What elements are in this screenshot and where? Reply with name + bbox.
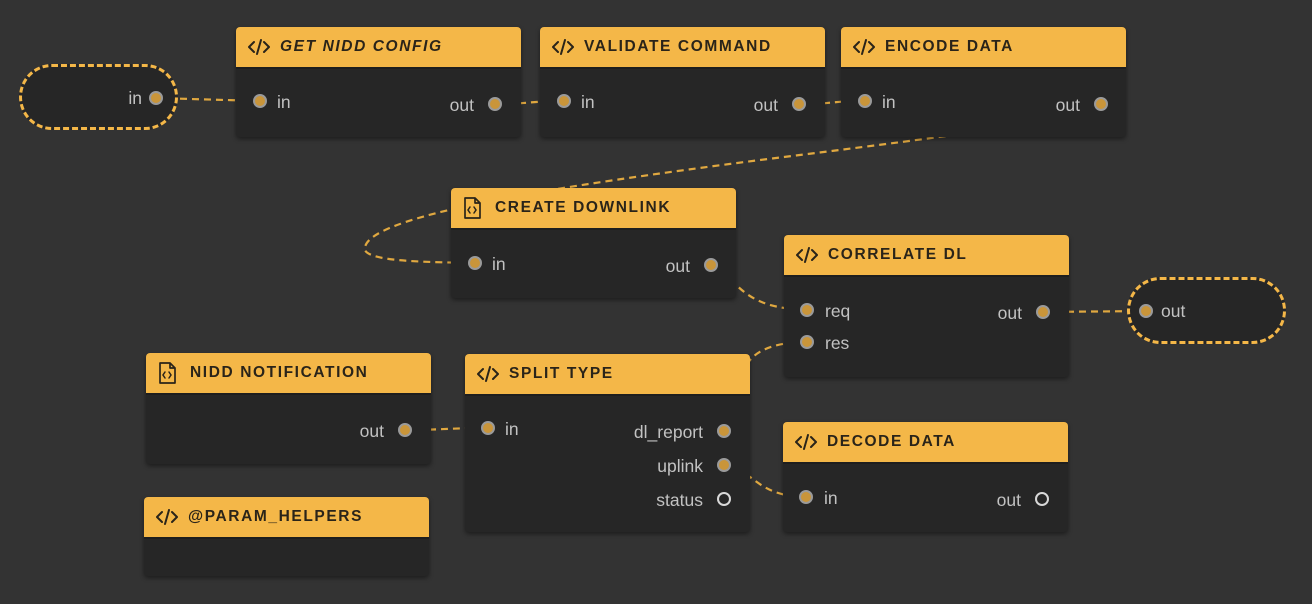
node-title: CORRELATE DL — [828, 246, 968, 263]
graph-input-port[interactable] — [149, 91, 163, 105]
port-in[interactable] — [557, 94, 571, 108]
node-title: GET NIDD CONFIG — [280, 38, 443, 55]
file-code-icon — [158, 362, 180, 384]
port-out[interactable] — [704, 258, 718, 272]
node-title: NIDD NOTIFICATION — [190, 364, 369, 381]
node-title: CREATE DOWNLINK — [495, 199, 672, 216]
port-in[interactable] — [468, 256, 482, 270]
node-title: @PARAM_HELPERS — [188, 508, 364, 525]
node-validate-command[interactable]: VALIDATE COMMAND — [540, 27, 825, 137]
port-in[interactable] — [799, 490, 813, 504]
graph-input-label: in — [128, 88, 142, 108]
port-out[interactable] — [1036, 305, 1050, 319]
node-param-helpers[interactable]: @PARAM_HELPERS — [144, 497, 429, 576]
port-out[interactable] — [1094, 97, 1108, 111]
port-out-label: out — [753, 95, 778, 115]
node-create-downlink[interactable]: CREATE DOWNLINK — [451, 188, 736, 298]
port-req[interactable] — [800, 303, 814, 317]
port-out[interactable] — [488, 97, 502, 111]
graph-output-label: out — [1161, 301, 1186, 321]
port-in-label: in — [492, 254, 506, 274]
port-in-label: in — [581, 92, 595, 112]
node-title: ENCODE DATA — [885, 38, 1014, 55]
node-header[interactable]: GET NIDD CONFIG — [236, 27, 521, 69]
node-header[interactable]: CREATE DOWNLINK — [451, 188, 736, 230]
port-out-label: out — [1055, 95, 1080, 115]
port-out[interactable] — [792, 97, 806, 111]
node-header[interactable]: ENCODE DATA — [841, 27, 1126, 69]
node-header[interactable]: @PARAM_HELPERS — [144, 497, 429, 539]
code-icon — [796, 244, 818, 266]
port-in-label: in — [505, 419, 519, 439]
port-out-label: out — [996, 490, 1021, 510]
node-get-nidd-config[interactable]: GET NIDD CONFIG — [236, 27, 521, 137]
node-title: VALIDATE COMMAND — [584, 38, 772, 55]
code-icon — [156, 506, 178, 528]
port-in[interactable] — [253, 94, 267, 108]
port-out-label: out — [359, 421, 384, 441]
node-header[interactable]: NIDD NOTIFICATION — [146, 353, 431, 395]
port-dl-report[interactable] — [717, 424, 731, 438]
port-status[interactable] — [717, 492, 731, 506]
code-icon — [477, 363, 499, 385]
port-uplink[interactable] — [717, 458, 731, 472]
port-status-label: status — [656, 490, 703, 510]
port-out-label: out — [449, 95, 474, 115]
port-in-label: in — [277, 92, 291, 112]
port-in-label: in — [882, 92, 896, 112]
node-nidd-notification[interactable]: NIDD NOTIFICATION — [146, 353, 431, 464]
port-in[interactable] — [858, 94, 872, 108]
port-in-label: in — [824, 488, 838, 508]
port-res-label: res — [825, 333, 850, 353]
file-code-icon — [463, 197, 485, 219]
port-out[interactable] — [398, 423, 412, 437]
node-encode-data[interactable]: ENCODE DATA — [841, 27, 1126, 137]
graph-output-port[interactable] — [1139, 304, 1153, 318]
node-decode-data[interactable]: DECODE DATA — [783, 422, 1068, 532]
port-res[interactable] — [800, 335, 814, 349]
code-icon — [552, 36, 574, 58]
code-icon — [248, 36, 270, 58]
port-out[interactable] — [1035, 492, 1049, 506]
port-in[interactable] — [481, 421, 495, 435]
code-icon — [795, 431, 817, 453]
node-header[interactable]: CORRELATE DL — [784, 235, 1069, 277]
node-title: SPLIT TYPE — [509, 365, 614, 382]
code-icon — [853, 36, 875, 58]
node-header[interactable]: DECODE DATA — [783, 422, 1068, 464]
port-dl-report-label: dl_report — [633, 422, 703, 442]
node-header[interactable]: VALIDATE COMMAND — [540, 27, 825, 69]
node-header[interactable]: SPLIT TYPE — [465, 354, 750, 396]
port-out-label: out — [997, 303, 1022, 323]
port-uplink-label: uplink — [657, 456, 703, 476]
port-out-label: out — [665, 256, 690, 276]
node-title: DECODE DATA — [827, 433, 956, 450]
port-req-label: req — [825, 301, 851, 321]
